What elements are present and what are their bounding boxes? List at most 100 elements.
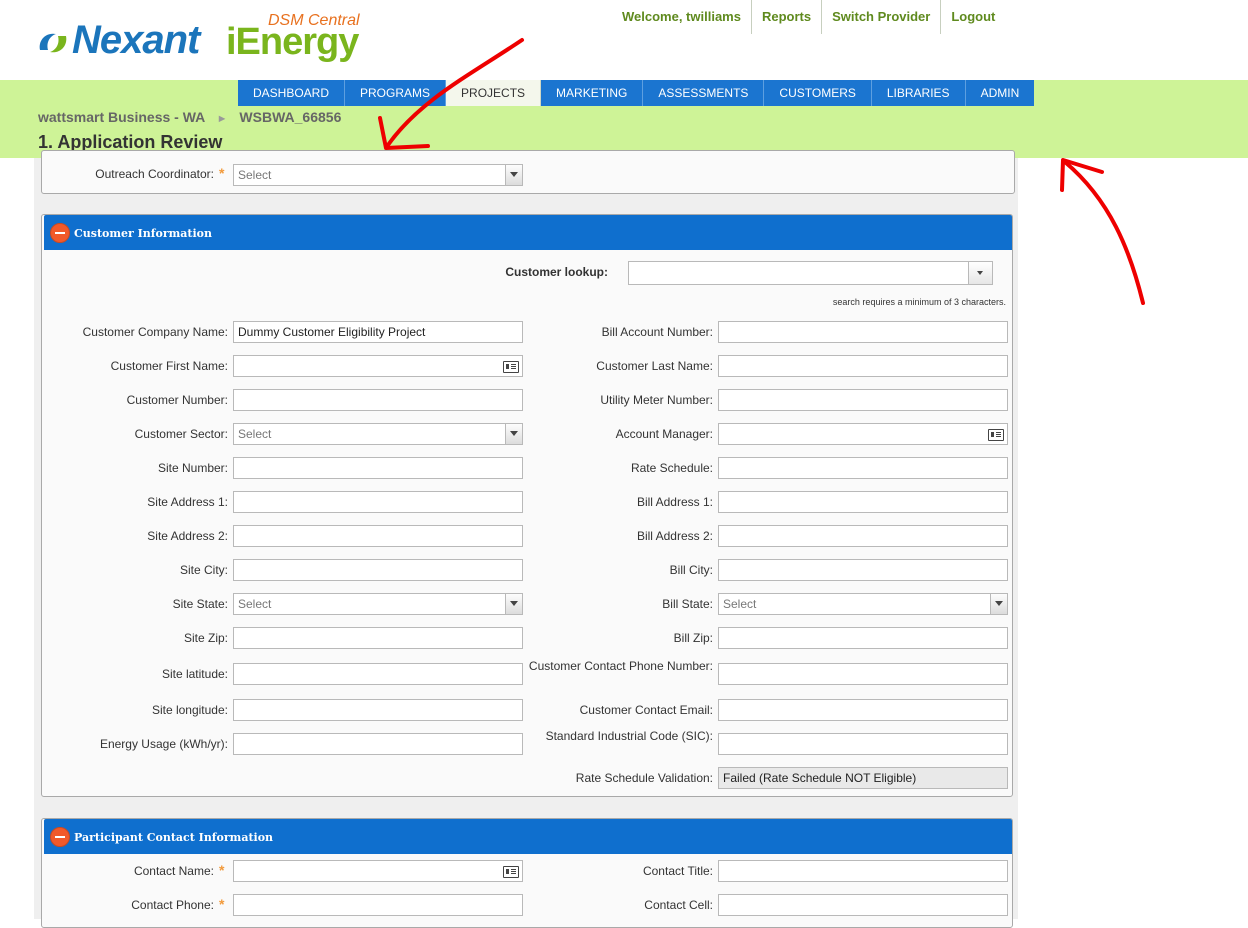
customer-last-name-input[interactable]: [718, 355, 1008, 377]
customer-number-input[interactable]: [233, 389, 523, 411]
nav-dashboard[interactable]: DASHBOARD: [238, 80, 346, 106]
nav-libraries[interactable]: LIBRARIES: [871, 80, 966, 106]
contact-name-label: Contact Name:: [133, 864, 214, 878]
bill-state-value: Select: [723, 597, 757, 611]
rate-schedule-validation-value: Failed (Rate Schedule NOT Eligible): [723, 771, 917, 785]
customer-contact-phone-number-label: Customer Contact Phone Number:: [528, 659, 713, 673]
reports-link[interactable]: Reports: [750, 0, 821, 34]
contact-title-input[interactable]: [718, 860, 1008, 882]
nav-assessments[interactable]: ASSESSMENTS: [643, 80, 765, 106]
customer-contact-email-label: Customer Contact Email:: [579, 703, 713, 717]
collapse-minus-icon[interactable]: [50, 223, 70, 243]
chevron-down-icon[interactable]: [505, 165, 522, 185]
bill-city-label: Bill City:: [669, 563, 713, 577]
bill-zip-label: Bill Zip:: [673, 631, 713, 645]
customer-company-name-value: Dummy Customer Eligibility Project: [238, 325, 426, 339]
contact-name-input[interactable]: [233, 860, 523, 882]
nav-admin[interactable]: ADMIN: [965, 80, 1035, 106]
customer-number-label: Customer Number:: [126, 393, 228, 407]
site-number-input[interactable]: [233, 457, 523, 479]
contact-cell-input[interactable]: [718, 894, 1008, 916]
site-city-input[interactable]: [233, 559, 523, 581]
customer-sector-label: Customer Sector:: [134, 427, 228, 441]
bill-account-number-input[interactable]: [718, 321, 1008, 343]
site-longitude-label: Site longitude:: [151, 703, 228, 717]
contact-card-icon[interactable]: [988, 429, 1004, 441]
welcome-text: Welcome, twilliams: [622, 9, 741, 24]
customer-first-name-label: Customer First Name:: [110, 359, 228, 373]
rate-schedule-input[interactable]: [718, 457, 1008, 479]
customer-sector-value: Select: [238, 427, 272, 441]
main-nav: DASHBOARD PROGRAMS PROJECTS MARKETING AS…: [238, 80, 1035, 106]
site-state-value: Select: [238, 597, 272, 611]
site-state-label: Site State:: [172, 597, 228, 611]
site-zip-input[interactable]: [233, 627, 523, 649]
contact-title-label: Contact Title:: [642, 864, 713, 878]
utility-meter-number-input[interactable]: [718, 389, 1008, 411]
switch-provider-link[interactable]: Switch Provider: [821, 0, 940, 34]
bill-state-select[interactable]: Select: [718, 593, 1008, 615]
energy-usage-kwh-yr-input[interactable]: [233, 733, 523, 755]
bill-city-input[interactable]: [718, 559, 1008, 581]
breadcrumb-separator-icon: ►: [216, 113, 228, 125]
outreach-coordinator-select[interactable]: Select: [233, 164, 523, 186]
site-address-1-input[interactable]: [233, 491, 523, 513]
customer-information-panel: Customer Information Customer lookup: se…: [41, 214, 1013, 797]
bill-address-2-label: Bill Address 2:: [636, 529, 713, 543]
contact-cell-label: Contact Cell:: [644, 898, 713, 912]
breadcrumb-program[interactable]: wattsmart Business - WA: [38, 109, 205, 125]
participant-contact-header: Participant Contact Information: [44, 819, 1012, 854]
site-latitude-label: Site latitude:: [161, 667, 228, 681]
customer-company-name-input[interactable]: Dummy Customer Eligibility Project: [233, 321, 523, 343]
customer-lookup-label: Customer lookup:: [505, 265, 608, 279]
bill-zip-input[interactable]: [718, 627, 1008, 649]
nav-customers[interactable]: CUSTOMERS: [764, 80, 872, 106]
breadcrumb: wattsmart Business - WA ► WSBWA_66856: [38, 109, 341, 125]
required-marker: *: [219, 165, 225, 181]
site-latitude-input[interactable]: [233, 663, 523, 685]
contact-phone-input[interactable]: [233, 894, 523, 916]
logo-brand-text: Nexant: [72, 18, 200, 62]
collapse-minus-icon[interactable]: [50, 827, 70, 847]
customer-contact-phone-number-input[interactable]: [718, 663, 1008, 685]
bill-address-1-input[interactable]: [718, 491, 1008, 513]
customer-company-name-label: Customer Company Name:: [82, 325, 228, 339]
breadcrumb-project-id: WSBWA_66856: [239, 109, 342, 125]
outreach-coordinator-value: Select: [238, 168, 272, 182]
customer-lookup-hint: search requires a minimum of 3 character…: [832, 297, 1006, 307]
rate-schedule-validation-label: Rate Schedule Validation:: [575, 771, 713, 785]
site-state-select[interactable]: Select: [233, 593, 523, 615]
rate-schedule-validation-readonly-field: Failed (Rate Schedule NOT Eligible): [718, 767, 1008, 789]
customer-lookup-input[interactable]: [628, 261, 970, 285]
site-city-label: Site City:: [179, 563, 228, 577]
participant-contact-title: Participant Contact Information: [74, 831, 274, 844]
standard-industrial-code-sic-input[interactable]: [718, 733, 1008, 755]
participant-contact-panel: Participant Contact Information Contact …: [41, 818, 1013, 928]
chevron-down-icon[interactable]: [990, 594, 1007, 614]
outreach-coordinator-label: Outreach Coordinator:: [95, 167, 214, 181]
account-manager-label: Account Manager:: [615, 427, 713, 441]
customer-contact-email-input[interactable]: [718, 699, 1008, 721]
customer-first-name-input[interactable]: [233, 355, 523, 377]
nexant-ienergy-logo[interactable]: Nexant DSM Central iEnergy: [36, 12, 386, 72]
contact-phone-label: Contact Phone:: [131, 898, 214, 912]
annotation-arrowhead-right: [1060, 158, 1104, 192]
bill-address-2-input[interactable]: [718, 525, 1008, 547]
site-address-2-input[interactable]: [233, 525, 523, 547]
customer-lookup-dropdown[interactable]: [968, 261, 993, 285]
customer-sector-select[interactable]: Select: [233, 423, 523, 445]
customer-information-header: Customer Information: [44, 215, 1012, 250]
logout-link[interactable]: Logout: [940, 0, 1005, 34]
nav-projects[interactable]: PROJECTS: [446, 80, 542, 106]
account-manager-input[interactable]: [718, 423, 1008, 445]
utility-meter-number-label: Utility Meter Number:: [600, 393, 713, 407]
site-number-label: Site Number:: [157, 461, 228, 475]
nav-marketing[interactable]: MARKETING: [541, 80, 644, 106]
energy-usage-kwh-yr-label: Energy Usage (kWh/yr):: [99, 737, 228, 751]
customer-last-name-label: Customer Last Name:: [596, 359, 713, 373]
project-info-panel: Outreach Coordinator: * Select: [41, 150, 1015, 194]
site-address-2-label: Site Address 2:: [147, 529, 228, 543]
rate-schedule-label: Rate Schedule:: [630, 461, 713, 475]
nav-programs[interactable]: PROGRAMS: [345, 80, 447, 106]
site-longitude-input[interactable]: [233, 699, 523, 721]
